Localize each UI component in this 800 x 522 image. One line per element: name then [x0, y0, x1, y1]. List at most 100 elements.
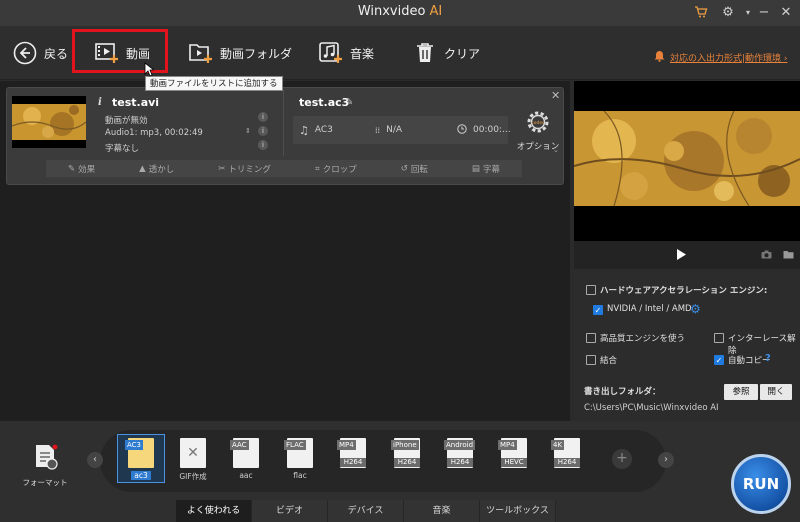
close-window-icon[interactable]: ✕	[778, 5, 794, 21]
resolution-icon: ⁞⁞	[375, 125, 381, 135]
format-iphone[interactable]: iPhone H264	[385, 438, 429, 484]
subtitle-info-icon[interactable]: i	[258, 140, 268, 150]
wand-icon: ✎	[68, 163, 76, 174]
open-folder-icon[interactable]	[783, 250, 794, 262]
browse-button[interactable]: 参照	[724, 384, 758, 400]
video-status: 動画が無効	[105, 116, 148, 126]
format-gif-label: GIF作成	[179, 472, 207, 481]
format-ac3-label: ac3	[131, 471, 151, 480]
gpu-checkbox[interactable]: ✓	[593, 305, 603, 315]
tab-video[interactable]: ビデオ	[252, 500, 328, 522]
format-flac[interactable]: FLAC flac	[278, 438, 322, 484]
scissors-icon: ✂	[218, 163, 226, 174]
subtitle-button[interactable]: ▤ 字幕	[472, 163, 500, 175]
flac-doc-icon: FLAC	[284, 438, 313, 468]
crop-button[interactable]: ⌗ クロップ	[315, 163, 357, 175]
audio-select-arrows-icon[interactable]: ⇕	[245, 127, 251, 135]
output-duration-item: 00:00:...	[457, 116, 511, 144]
format-doc-icon	[30, 442, 60, 475]
format-mp4-hevc[interactable]: MP4 HEVC	[492, 438, 536, 484]
add-music-button[interactable]: 音楽	[318, 38, 374, 68]
mouse-cursor-icon	[144, 62, 156, 80]
dropdown-icon[interactable]: ▾	[740, 5, 756, 21]
add-format-icon[interactable]: +	[612, 449, 632, 469]
mp4-hevc-doc-icon: MP4 HEVC	[498, 438, 527, 468]
play-button[interactable]	[676, 248, 687, 264]
trim-button[interactable]: ✂ トリミング	[218, 163, 271, 175]
output-resolution: N/A	[386, 125, 403, 135]
format-gif[interactable]: ✕ GIF作成	[171, 438, 215, 484]
format-android[interactable]: Android H264	[438, 438, 482, 484]
hq-engine-checkbox[interactable]	[586, 333, 596, 343]
iphone-doc-icon: iPhone H264	[391, 438, 420, 468]
preview-frame	[573, 110, 800, 207]
crop-icon: ⌗	[314, 163, 320, 174]
android-doc-icon: Android H264	[444, 438, 476, 468]
format-prev-icon[interactable]: ‹	[87, 452, 103, 468]
remove-item-icon[interactable]: ✕	[551, 89, 560, 102]
audio-info: Audio1: mp3, 00:02:49	[105, 128, 203, 138]
output-duration: 00:00:...	[473, 125, 511, 135]
svg-text:codec: codec	[531, 120, 545, 126]
output-codec-item: ♫ AC3	[299, 116, 333, 144]
watermark-button[interactable]: ▲ 透かし	[139, 163, 174, 175]
snapshot-camera-icon[interactable]	[761, 250, 772, 262]
minimize-icon[interactable]: −	[756, 5, 772, 21]
rotate-button[interactable]: ↺ 回転	[401, 163, 428, 175]
back-arrow-icon	[12, 40, 38, 66]
bell-icon	[654, 50, 665, 65]
tab-device[interactable]: デバイス	[328, 500, 404, 522]
deinterlace-checkbox[interactable]	[714, 333, 724, 343]
auto-copy-checkbox[interactable]: ✓	[714, 355, 724, 365]
merge-checkbox[interactable]	[586, 355, 596, 365]
subtitle-info: 字幕なし	[105, 144, 140, 154]
video-track-info-icon[interactable]: i	[258, 112, 268, 122]
format-tool-label: フォーマット	[22, 478, 68, 487]
hw-accel-checkbox[interactable]	[586, 285, 596, 295]
settings-gear-icon[interactable]: ⚙	[720, 5, 736, 21]
edit-toolbar: ✎ 効果 ▲ 透かし ✂ トリミング ⌗ クロップ ↺ 回転 ▤ 字幕	[46, 160, 522, 177]
merge-label: 結合	[600, 356, 618, 366]
format-tabs: よく使われる ビデオ デバイス 音楽 ツールボックス	[176, 500, 556, 522]
expand-chevron-icon[interactable]: ⌄	[553, 146, 559, 154]
format-aac-label: aac	[239, 471, 253, 480]
notice-text: 対応の入出力形式|動作環境 ›	[670, 54, 788, 64]
video-folder-icon	[188, 40, 214, 66]
info-icon[interactable]: i	[98, 97, 107, 108]
video-folder-label: 動画フォルダ	[220, 46, 293, 61]
clock-icon	[457, 123, 467, 137]
hq-engine-label: 高品質エンジンを使う	[600, 334, 686, 344]
deinterlace-label: インターレース解除	[728, 334, 796, 356]
tab-popular[interactable]: よく使われる	[176, 500, 252, 522]
tab-toolbox[interactable]: ツールボックス	[480, 500, 556, 522]
output-folder-label: 書き出しフォルダ：	[584, 387, 661, 397]
audio-track-info-icon[interactable]: i	[258, 126, 268, 136]
tab-music[interactable]: 音楽	[404, 500, 480, 522]
supported-formats-link[interactable]: 対応の入出力形式|動作環境 ›	[654, 50, 788, 65]
tooltip: 動画ファイルをリストに追加する	[145, 76, 283, 91]
codec-gear-icon: codec	[524, 108, 552, 139]
output-codec: AC3	[314, 125, 333, 135]
open-folder-button[interactable]: 開く	[760, 384, 792, 400]
format-aac[interactable]: AAC aac	[224, 438, 268, 484]
format-mp4-h264[interactable]: MP4 H264	[331, 438, 375, 484]
effect-button[interactable]: ✎ 効果	[68, 163, 95, 175]
cart-icon[interactable]	[693, 5, 709, 21]
clear-button[interactable]: クリア	[412, 38, 480, 68]
mp4-doc-icon: MP4 H264	[337, 438, 366, 468]
auto-copy-help-icon[interactable]: ?	[765, 353, 771, 364]
music-note-icon: ♫	[299, 123, 309, 137]
format-tool-button[interactable]: フォーマット	[22, 442, 68, 488]
rename-pencil-icon[interactable]: ✎	[345, 97, 353, 108]
hw-accel-label: ハードウェアアクセラレーション エンジン:	[600, 286, 768, 296]
format-4k[interactable]: 4K H264	[545, 438, 589, 484]
format-next-icon[interactable]: ›	[658, 452, 674, 468]
output-info-row: ♫ AC3 ⁞⁞ N/A 00:00:...	[293, 116, 511, 144]
run-button[interactable]: RUN	[731, 454, 791, 514]
back-button[interactable]: 戻る	[12, 38, 68, 68]
output-filename[interactable]: test.ac3	[299, 96, 349, 109]
add-video-folder-button[interactable]: 動画フォルダ	[188, 38, 292, 68]
trash-icon	[412, 40, 438, 66]
gpu-settings-gear-icon[interactable]: ⚙	[690, 302, 701, 316]
format-ac3[interactable]: AC3 ac3	[119, 438, 163, 484]
